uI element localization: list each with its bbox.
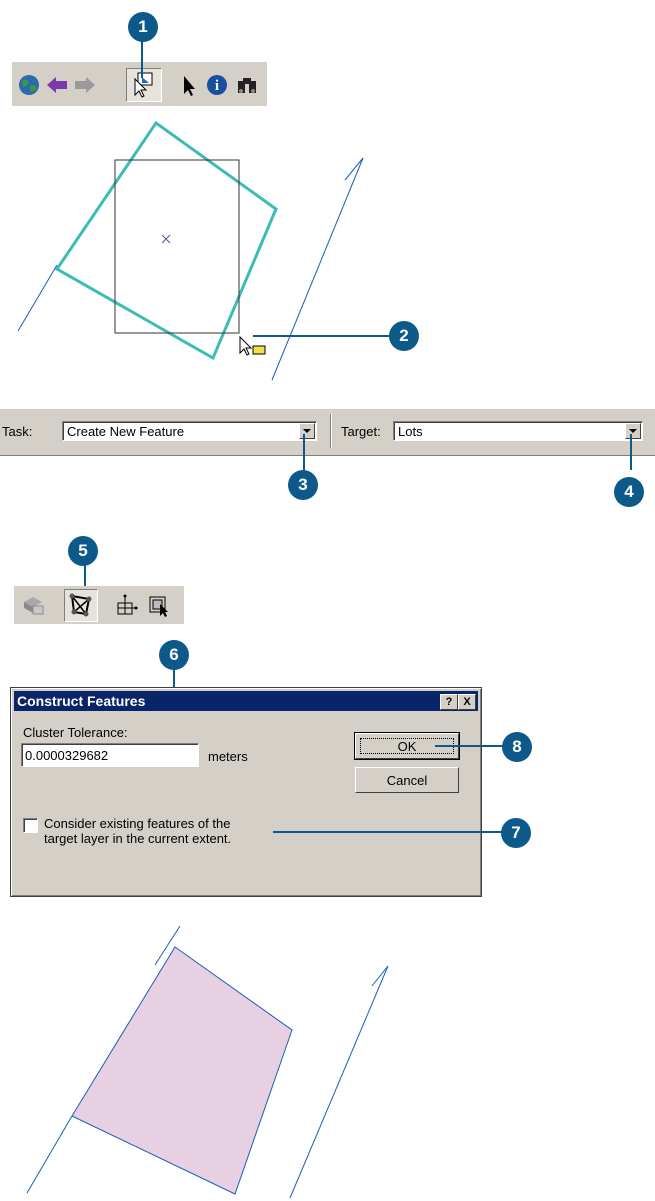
map-selection-view	[17, 120, 392, 381]
callout-1: 1	[128, 12, 158, 42]
callout-8: 8	[502, 732, 532, 762]
svg-text:i: i	[215, 78, 219, 94]
dialog-title: Construct Features	[17, 693, 146, 709]
callout-3: 3	[288, 470, 318, 500]
globe-icon[interactable]	[16, 72, 42, 98]
selection-box	[114, 159, 240, 334]
dialog-titlebar: Construct Features ? X	[14, 691, 478, 711]
planarize-icon[interactable]	[114, 592, 140, 618]
constructed-polygon	[71, 946, 293, 1195]
callout-1-leader	[141, 40, 143, 78]
back-arrow-icon[interactable]	[44, 72, 70, 98]
select-elements-icon[interactable]	[176, 72, 202, 98]
callout-6: 6	[159, 640, 189, 670]
callout-2: 2	[389, 321, 419, 351]
cursor-icon	[239, 335, 266, 356]
help-button[interactable]: ?	[440, 694, 458, 710]
callout-7: 7	[501, 818, 531, 848]
find-icon[interactable]	[234, 72, 260, 98]
map-result-view	[26, 925, 389, 1199]
validate-topology-icon[interactable]	[146, 592, 172, 618]
construct-features-icon[interactable]	[64, 589, 98, 622]
callout-7-8-leaders	[273, 745, 503, 833]
center-x-icon	[161, 234, 171, 244]
identify-icon[interactable]: i	[204, 72, 230, 98]
close-button[interactable]: X	[458, 694, 476, 710]
selected-polygon	[54, 120, 278, 361]
callout-4: 4	[614, 477, 644, 507]
callout-3-4-leaders	[303, 434, 632, 470]
topology-icon	[20, 592, 46, 618]
forward-arrow-icon[interactable]	[72, 72, 98, 98]
